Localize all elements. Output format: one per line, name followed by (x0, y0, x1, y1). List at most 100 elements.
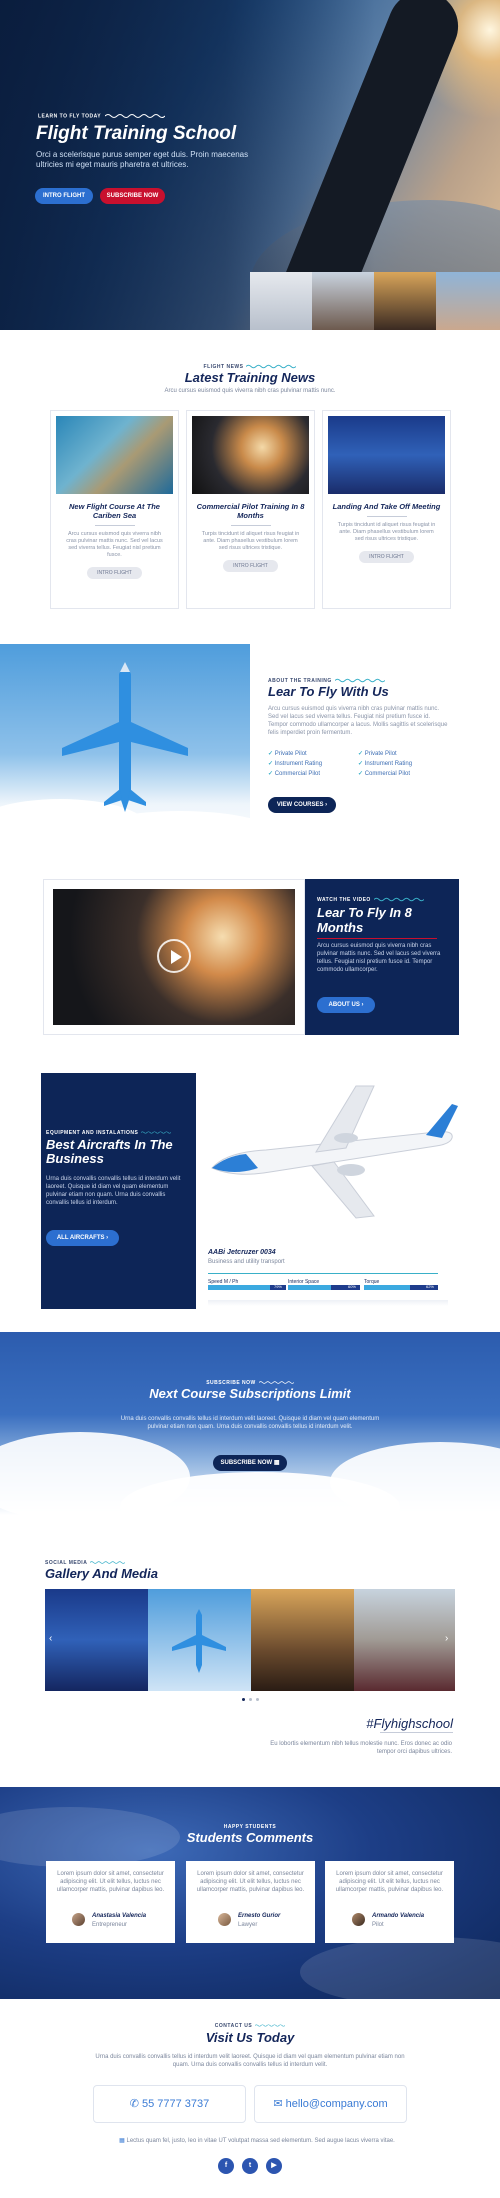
video-title: Lear To Fly In 8 Months (317, 905, 412, 935)
news-image[interactable] (328, 416, 445, 494)
avatar (72, 1913, 85, 1926)
news-image[interactable] (56, 416, 173, 494)
hero-section: LEARN TO FLY TODAY Flight Training Schoo… (0, 0, 500, 330)
all-aircrafts-button[interactable]: ALL AIRCRAFTS › (46, 1230, 119, 1246)
hero-subtitle: Orci a scelerisque purus semper eget dui… (36, 150, 249, 169)
news-title: Latest Training News (184, 370, 316, 385)
comment-role: Entrepreneur (92, 1922, 128, 1928)
phone-box[interactable]: ✆ 55 7777 3737 (93, 2085, 246, 2123)
subscribe-now-button[interactable]: SUBSCRIBE NOW (100, 188, 165, 204)
aircraft-model: AABi Jetcruzer 0034 (208, 1249, 276, 1256)
thumb-aviator[interactable] (436, 272, 500, 330)
chevron-right-icon[interactable]: › (445, 1633, 448, 1644)
building-icon: ▦ (119, 2138, 125, 2144)
hero-eyebrow: LEARN TO FLY TODAY (38, 113, 166, 119)
comment-role: Pilot (372, 1922, 384, 1928)
aircraft-kicker: EQUIPMENT AND INSTALATIONS (46, 1130, 172, 1136)
comment-card: Lorem ipsum dolor sit amet, consectetur … (186, 1861, 315, 1943)
mail-icon: ✉ (273, 2098, 283, 2110)
wave-icon (246, 364, 297, 369)
subscribe-button[interactable]: SUBSCRIBE NOW ▦ (213, 1455, 287, 1471)
video-thumbnail[interactable] (53, 889, 295, 1025)
youtube-icon[interactable]: ▶ (266, 2158, 282, 2174)
news-card-button[interactable]: INTRO FLIGHT (359, 551, 414, 563)
news-card-title[interactable]: Commercial Pilot Training In 8 Months (187, 502, 314, 520)
chevron-left-icon[interactable]: ‹ (49, 1633, 52, 1644)
carousel-dots[interactable] (242, 1698, 259, 1701)
video-text: Arcu cursus euismod quis viverra nibh cr… (317, 943, 441, 973)
list-item: Commercial Pilot (268, 769, 322, 779)
email-box[interactable]: ✉ hello@company.com (254, 2085, 407, 2123)
wave-icon (373, 897, 424, 902)
learn-text: Arcu cursus euismod quis viverra nibh cr… (268, 706, 448, 736)
hashtag: #Flyhighschool (366, 1716, 453, 1731)
subscribe-title: Next Course Subscriptions Limit (149, 1386, 351, 1401)
avatar (352, 1913, 365, 1926)
news-card-title[interactable]: Landing And Take Off Meeting (323, 502, 450, 511)
view-courses-button[interactable]: VIEW COURSES › (268, 797, 336, 813)
news-card: Landing And Take Off Meeting Turpis tinc… (322, 410, 451, 609)
comment-author: Ernesto Gurior (238, 1913, 281, 1919)
about-us-button[interactable]: ABOUT US › (317, 997, 375, 1013)
list-item: Private Pilot (268, 749, 322, 759)
airplane-icon (211, 1085, 458, 1219)
address: ▦ Lectus quam fel, justo, leo in vitae U… (119, 2138, 395, 2144)
wave-icon (105, 114, 166, 118)
wave-icon (255, 2024, 286, 2027)
news-card-text: Arcu cursus euismod quis viverra nibh cr… (66, 531, 163, 558)
gallery-title: Gallery And Media (45, 1566, 158, 1581)
contact-title: Visit Us Today (205, 2030, 295, 2045)
avatar (218, 1913, 231, 1926)
news-card: Commercial Pilot Training In 8 Months Tu… (186, 410, 315, 609)
thumb-cockpit[interactable] (374, 272, 436, 330)
spec-speed: Speed M / Ph 79% (208, 1279, 286, 1290)
gallery-image[interactable] (45, 1589, 148, 1691)
list-item: Private Pilot (358, 749, 412, 759)
hero-title: Flight Training School (36, 123, 237, 144)
news-card-button[interactable]: INTRO FLIGHT (87, 567, 142, 579)
list-item: Instrument Rating (268, 759, 322, 769)
contact-kicker: CONTACT US (0, 2023, 500, 2029)
gallery-carousel[interactable]: ‹ › (45, 1589, 455, 1691)
twitter-icon[interactable]: t (242, 2158, 258, 2174)
wave-icon (90, 1561, 126, 1564)
video-kicker: WATCH THE VIDEO (317, 897, 424, 903)
contact-text: Urna duis convallis convallis tellus id … (95, 2054, 405, 2068)
email-address[interactable]: hello@company.com (286, 2098, 388, 2110)
phone-icon: ✆ (129, 2098, 139, 2110)
comment-card: Lorem ipsum dolor sit amet, consectetur … (325, 1861, 454, 1943)
spec-interior: Interior Space 60% (288, 1279, 360, 1290)
thumb-pilot[interactable] (312, 272, 374, 330)
airplane-icon (172, 1609, 226, 1673)
thumb-planes[interactable] (250, 272, 312, 330)
wave-icon (258, 1381, 294, 1384)
wave-icon (334, 678, 385, 683)
aircraft-panel: EQUIPMENT AND INSTALATIONS Best Aircraft… (41, 1073, 196, 1309)
wave-icon (141, 1131, 172, 1134)
news-card-title[interactable]: New Flight Course At The Cariben Sea (51, 502, 178, 520)
plane-sky-image (0, 644, 280, 861)
intro-flight-button[interactable]: INTRO FLIGHT (35, 188, 93, 204)
list-item: Instrument Rating (358, 759, 412, 769)
news-image[interactable] (192, 416, 309, 494)
comment-text: Lorem ipsum dolor sit amet, consectetur … (335, 1871, 444, 1893)
facebook-icon[interactable]: f (218, 2158, 234, 2174)
learn-title: Lear To Fly With Us (268, 684, 389, 699)
gallery-image[interactable] (251, 1589, 354, 1691)
comments-title: Students Comments (186, 1830, 314, 1845)
comment-text: Lorem ipsum dolor sit amet, consectetur … (56, 1871, 165, 1893)
news-card-button[interactable]: INTRO FLIGHT (223, 560, 278, 572)
list-item: Commercial Pilot (358, 769, 412, 779)
comment-card: Lorem ipsum dolor sit amet, consectetur … (46, 1861, 175, 1943)
gallery-image[interactable] (354, 1589, 455, 1691)
subscribe-text: Urna duis convallis convallis tellus id … (120, 1416, 380, 1430)
comment-author: Anastasia Valencia (92, 1913, 147, 1919)
spec-torque: Torque 62% (364, 1279, 438, 1290)
phone-number[interactable]: 55 7777 3737 (142, 2098, 209, 2110)
airplane-icon (0, 662, 280, 861)
gallery-image[interactable] (148, 1589, 251, 1691)
learn-list-1: Private Pilot Instrument Rating Commerci… (268, 749, 322, 779)
learn-list-2: Private Pilot Instrument Rating Commerci… (358, 749, 412, 779)
aircraft-image: AABi Jetcruzer 0034 Business and utility… (206, 1080, 460, 1310)
play-icon[interactable] (157, 939, 191, 973)
